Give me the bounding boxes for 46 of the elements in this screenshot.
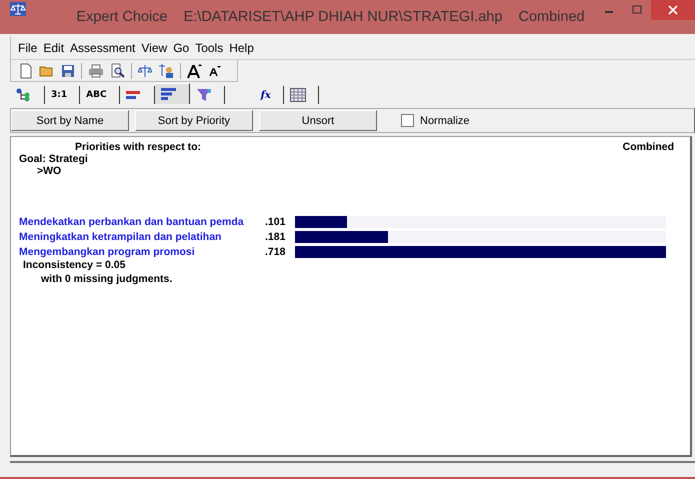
sort-button[interactable]: Sort by Name bbox=[11, 110, 129, 131]
folder-icon[interactable] bbox=[39, 64, 55, 78]
scale-icon bbox=[10, 2, 26, 16]
people-icon[interactable] bbox=[158, 62, 174, 78]
close-icon bbox=[668, 5, 678, 15]
view-tab[interactable]: 3:1 bbox=[45, 86, 80, 104]
menu-item[interactable]: File bbox=[15, 41, 40, 55]
sort-button[interactable]: Sort by Priority bbox=[135, 110, 253, 131]
bars-icon bbox=[126, 90, 142, 100]
priority-value: .181 bbox=[265, 230, 286, 242]
menu-item[interactable]: Tools bbox=[192, 41, 226, 55]
inconsistency-text: Inconsistency = 0.05 bbox=[22, 259, 126, 271]
priority-value: .101 bbox=[265, 216, 286, 228]
missing-judgments-text: with 0 missing judgments. bbox=[40, 273, 174, 285]
goal-label: Goal: Strategi bbox=[19, 153, 89, 165]
checkbox[interactable] bbox=[401, 114, 414, 127]
funnel-icon bbox=[196, 88, 212, 102]
save-icon[interactable] bbox=[61, 64, 75, 78]
font-size-up-icon[interactable] bbox=[187, 62, 203, 78]
close-button[interactable] bbox=[651, 0, 695, 20]
tree-icon bbox=[16, 88, 32, 102]
alternative-name: Mengembangkan program promosi bbox=[19, 246, 196, 258]
menu-item[interactable]: Assessment bbox=[67, 41, 138, 55]
mode-label: Combined bbox=[622, 141, 674, 153]
window-title: Expert Choice E:\DATARISET\AHP DHIAH NUR\STRATEGI.ahp Combined bbox=[75, 9, 586, 25]
bar-chart-icon bbox=[160, 88, 177, 100]
printer-icon[interactable] bbox=[88, 64, 104, 78]
view-tab[interactable]: fx bbox=[254, 86, 284, 104]
menu-item[interactable]: Help bbox=[226, 41, 257, 55]
menu-item[interactable]: Go bbox=[170, 41, 192, 55]
checkbox-label: Normalize bbox=[420, 114, 470, 126]
node-label: >WO bbox=[36, 165, 62, 177]
alternative-name: Mendekatkan perbankan dan bantuan pemda bbox=[19, 216, 245, 228]
new-file-icon[interactable] bbox=[19, 62, 33, 78]
grid-icon bbox=[290, 88, 306, 102]
view-tab[interactable]: ABC bbox=[80, 86, 120, 104]
menu-item[interactable]: View bbox=[138, 41, 170, 55]
sort-button[interactable]: Unsort bbox=[259, 110, 377, 131]
menu-item[interactable]: Edit bbox=[40, 41, 68, 55]
priority-value: .718 bbox=[265, 246, 286, 258]
font-size-down-icon[interactable] bbox=[209, 64, 221, 76]
preview-icon[interactable] bbox=[110, 63, 125, 78]
maximize-icon bbox=[632, 5, 642, 15]
scale-icon[interactable] bbox=[138, 64, 152, 78]
alternative-name: Meningkatkan ketrampilan dan pelatihan bbox=[19, 230, 222, 242]
report-heading: Priorities with respect to: bbox=[75, 141, 202, 153]
